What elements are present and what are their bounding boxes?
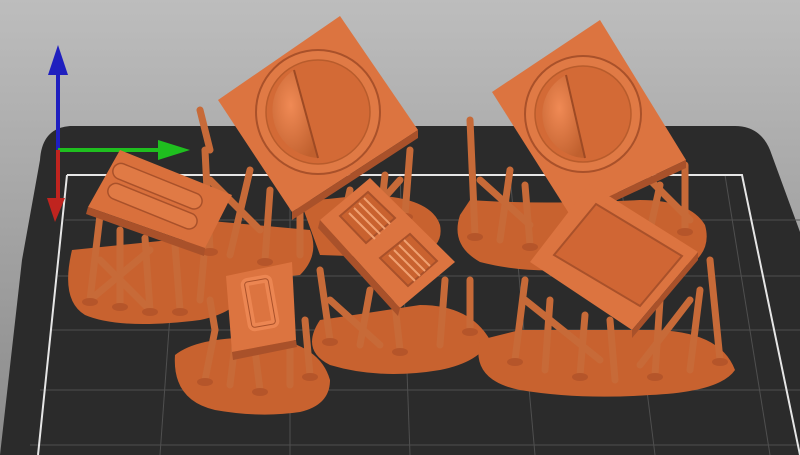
scene-canvas[interactable] [0, 0, 800, 455]
part-with-rect-frame[interactable] [226, 262, 297, 360]
3d-viewport[interactable] [0, 0, 800, 455]
